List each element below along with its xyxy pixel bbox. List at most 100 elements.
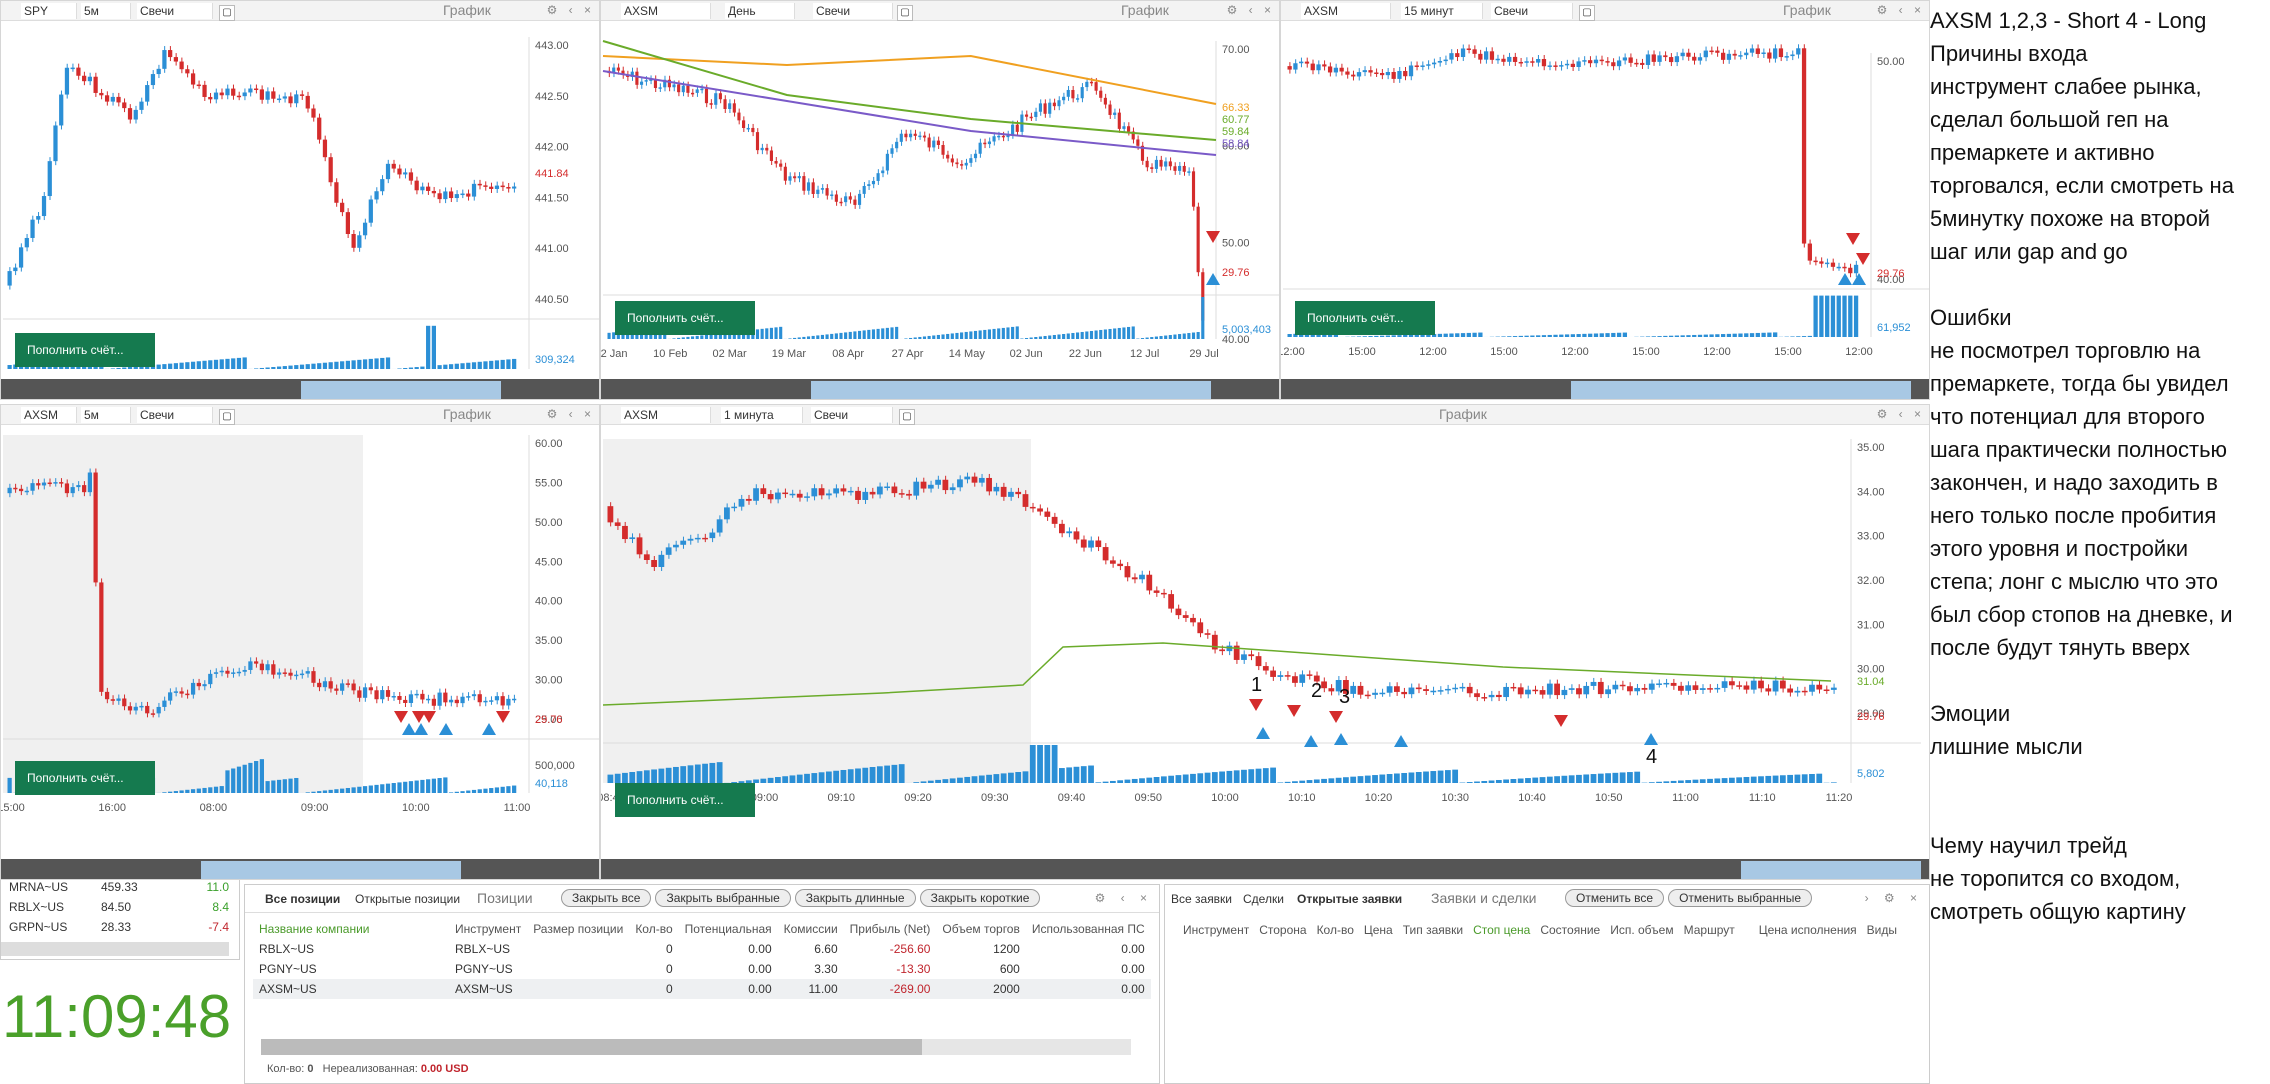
col-header[interactable]: Инструмент <box>1183 923 1249 937</box>
volume-bar <box>700 335 704 339</box>
fund-account-button[interactable]: Пополнить счёт... <box>15 761 155 795</box>
candle <box>208 673 213 685</box>
col-header[interactable]: Инструмент <box>449 919 527 939</box>
col-header[interactable]: Использованная ПС <box>1026 919 1151 939</box>
col-header[interactable]: Кол-во <box>1317 923 1354 937</box>
tab-open-positions[interactable]: Открытые позиции <box>355 892 460 906</box>
candle <box>847 490 854 493</box>
close-long-button[interactable]: Закрыть длинные <box>794 889 916 907</box>
fund-account-button[interactable]: Пополнить счёт... <box>15 333 155 367</box>
chart-canvas[interactable]: 35.0034.0033.0032.0031.0030.0029.0008:40… <box>601 405 1930 880</box>
x-tick-label: 12:00 <box>1561 346 1589 358</box>
volume-bar <box>1801 336 1807 337</box>
col-header[interactable]: Размер позиции <box>527 919 629 939</box>
watchlist-scrollbar[interactable] <box>1 942 229 956</box>
x-tick-label: 22 Jun <box>1069 348 1102 360</box>
table-row[interactable]: AXSM~US AXSM~US 0 0.00 11.00 -269.00 2000 0.00 <box>253 979 1151 999</box>
candle <box>185 693 190 696</box>
pane-controls[interactable]: ⚙ ‹ × <box>1095 891 1153 905</box>
watchlist-row[interactable]: MRNA~US 459.33 11.0 <box>9 880 229 898</box>
col-header[interactable]: Тип заявки <box>1403 923 1463 937</box>
y-tick-label: 50.00 <box>1222 237 1250 249</box>
chart-spy-5m[interactable]: SPY 5м Свечи ≈↖⌕✋╱↗—▢ График ⚙ ‹ × 443.0… <box>0 0 600 400</box>
table-row[interactable]: RBLX~US RBLX~US 0 0.00 6.60 -256.60 1200 0.00 <box>253 939 1151 959</box>
col-header[interactable]: Потенциальная <box>679 919 778 939</box>
col-header[interactable]: Цена <box>1364 923 1393 937</box>
candle <box>1714 687 1721 690</box>
col-header[interactable]: Объем торгов <box>936 919 1025 939</box>
candle <box>362 687 368 698</box>
close-short-button[interactable]: Закрыть короткие <box>919 889 1041 907</box>
tab-all-positions[interactable]: Все позиции <box>265 892 340 906</box>
chart-canvas[interactable]: 60.0055.0050.0045.0040.0035.0030.0025.00… <box>1 405 600 880</box>
volume-bar <box>1423 771 1429 783</box>
last-price-label: 29.76 <box>1857 711 1885 723</box>
buy-marker <box>1206 273 1220 285</box>
watchlist[interactable]: MRNA~US 459.33 11.0 RBLX~US 84.50 8.4 GRPN~U… <box>0 880 240 960</box>
candle <box>1801 48 1807 244</box>
y-tick-label: 441.50 <box>535 192 569 204</box>
col-header[interactable]: Цена исполнения <box>1759 923 1857 937</box>
volume-bar <box>1164 335 1168 339</box>
fund-account-button[interactable]: Пополнить счёт... <box>615 301 755 335</box>
chart-axsm-1m[interactable]: AXSM 1 минута Свечи ≈↖⌕✋╱↗—▢ График ⚙ ‹ … <box>600 404 1930 880</box>
fund-account-button[interactable]: Пополнить счёт... <box>1295 301 1435 335</box>
volume-bar <box>1088 765 1094 783</box>
volume-bar <box>636 771 643 783</box>
positions-scrollbar[interactable] <box>261 1039 1131 1055</box>
col-header[interactable]: Комиссии <box>778 919 844 939</box>
col-header[interactable]: Название компании <box>253 919 449 939</box>
tab-all-orders[interactable]: Все заявки <box>1171 892 1232 906</box>
candle <box>1758 680 1764 689</box>
watchlist-row[interactable]: RBLX~US 84.50 8.4 <box>9 900 229 918</box>
col-header[interactable]: Исп. объем <box>1610 923 1673 937</box>
volume-bar <box>202 787 207 793</box>
volume-bar <box>1813 295 1818 337</box>
col-header[interactable]: Прибыль (Net) <box>844 919 937 939</box>
table-row[interactable]: PGNY~US PGNY~US 0 0.00 3.30 -13.30 600 0.00 <box>253 959 1151 979</box>
chart-axsm-5m[interactable]: AXSM 5м Свечи ≈↖⌕✋╱↗—▢ График ⚙ ‹ × 60.0… <box>0 404 600 880</box>
candle <box>1842 266 1847 269</box>
positions-panel[interactable]: Все позиции Открытые позиции Позиции Зак… <box>244 884 1160 1084</box>
col-header[interactable]: Стоп цена <box>1473 923 1530 937</box>
candle <box>1656 683 1662 685</box>
candle <box>145 705 150 714</box>
candle <box>1721 52 1726 60</box>
col-header[interactable]: Сторона <box>1259 923 1306 937</box>
col-header[interactable]: Виды <box>1867 923 1897 937</box>
pane-controls[interactable]: › ⚙ × <box>1865 891 1923 905</box>
close-selected-button[interactable]: Закрыть выбранные <box>655 889 791 907</box>
close-all-button[interactable]: Закрыть все <box>561 889 652 907</box>
col-header[interactable]: Маршрут <box>1684 923 1735 937</box>
cancel-selected-button[interactable]: Отменить выбранные <box>1668 889 1813 907</box>
volume-bar <box>1466 782 1473 783</box>
tab-trades[interactable]: Сделки <box>1243 892 1284 906</box>
candle <box>133 109 138 120</box>
chart-axsm-15m[interactable]: AXSM 15 минут Свечи ≈↖⌕✋╱↗—▢ График ⚙ ‹ … <box>1280 0 1930 400</box>
candle <box>53 482 58 484</box>
cancel-all-button[interactable]: Отменить все <box>1565 889 1665 907</box>
candle <box>1778 48 1784 58</box>
chart-canvas[interactable]: 50.0040.0012:0015:0012:0015:0012:0015:00… <box>1281 1 1930 400</box>
volume-bar <box>489 788 494 793</box>
watchlist-row[interactable]: GRPN~US 28.33 -7.4 <box>9 920 229 938</box>
candle <box>804 496 810 498</box>
col-header[interactable]: Состояние <box>1540 923 1600 937</box>
orders-panel[interactable]: Все заявки Сделки Открытые заявки Заявки… <box>1164 884 1930 1084</box>
volume-bar <box>1160 776 1167 783</box>
volume-bar <box>448 364 454 369</box>
col-header[interactable]: Кол-во <box>629 919 678 939</box>
chart-canvas[interactable]: 70.0060.0050.0040.0022 Jan10 Feb02 Mar19… <box>601 1 1280 400</box>
volume-bar <box>941 334 945 339</box>
candle <box>834 194 838 202</box>
volume-bar <box>196 361 201 369</box>
chart-axsm-daily[interactable]: AXSM День Свечи ≈↖⌕✋╱↗—▢ График ⚙ ‹ × 70… <box>600 0 1280 400</box>
volume-bar <box>672 338 676 339</box>
ma-label: 58.84 <box>1222 138 1250 150</box>
candle <box>443 692 448 703</box>
fund-account-button[interactable]: Пополнить счёт... <box>615 783 755 817</box>
candle <box>1784 56 1789 58</box>
tab-open-orders[interactable]: Открытые заявки <box>1297 892 1402 906</box>
volume-bar <box>345 360 350 369</box>
volume-bar <box>1168 335 1172 339</box>
